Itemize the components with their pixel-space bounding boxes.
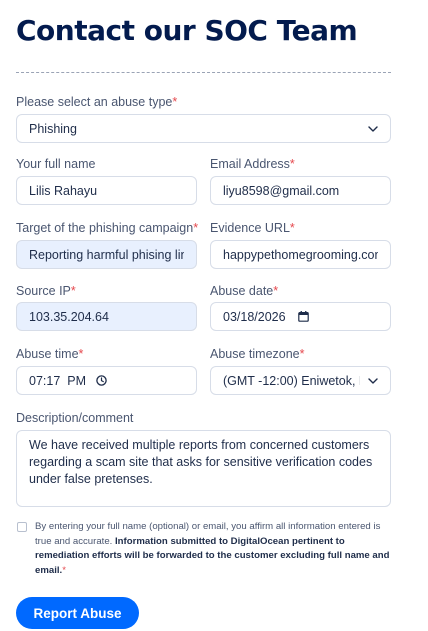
required-asterisk: * — [78, 347, 84, 361]
page-title: Contact our SOC Team — [16, 14, 358, 47]
full-name-label: Your full name — [16, 157, 96, 171]
required-asterisk: * — [193, 221, 199, 235]
abuse-time-label: Abuse time* — [16, 347, 84, 361]
consent-text: By entering your full name (optional) or… — [35, 520, 395, 578]
consent-checkbox[interactable] — [17, 522, 27, 532]
email-input[interactable]: liyu8598@gmail.com — [210, 176, 391, 205]
target-label: Target of the phishing campaign* — [16, 221, 199, 235]
abuse-time-input[interactable]: 07:17 PM — [16, 366, 197, 395]
chevron-down-icon — [368, 377, 378, 384]
clock-icon[interactable] — [96, 375, 107, 386]
target-input[interactable]: Reporting harmful phising link — [16, 240, 197, 269]
abuse-date-input[interactable]: 03/18/2026 — [210, 302, 391, 331]
full-name-value: Lilis Rahayu — [29, 183, 98, 198]
description-label: Description/comment — [16, 411, 134, 425]
required-asterisk: * — [299, 347, 305, 361]
target-value: Reporting harmful phising link — [29, 247, 184, 262]
evidence-url-input[interactable]: happypethomegrooming.com — [210, 240, 391, 269]
required-asterisk: * — [62, 564, 66, 576]
report-abuse-button[interactable]: Report Abuse — [16, 597, 139, 629]
full-name-input[interactable]: Lilis Rahayu — [16, 176, 197, 205]
abuse-timezone-value: (GMT -12:00) Eniwetok, Kwajalein — [223, 373, 360, 388]
required-asterisk: * — [70, 284, 76, 298]
required-asterisk: * — [273, 284, 279, 298]
dashed-divider — [16, 72, 391, 73]
abuse-date-label: Abuse date* — [210, 284, 279, 298]
source-ip-label: Source IP* — [16, 284, 76, 298]
required-asterisk: * — [172, 95, 178, 109]
required-asterisk: * — [289, 157, 295, 171]
abuse-timezone-select[interactable]: (GMT -12:00) Eniwetok, Kwajalein — [210, 366, 391, 395]
abuse-time-value: 07:17 PM — [29, 373, 86, 388]
source-ip-input[interactable]: 103.35.204.64 — [16, 302, 197, 331]
description-textarea[interactable]: We have received multiple reports from c… — [16, 430, 391, 507]
abuse-type-select[interactable]: Phishing — [16, 114, 391, 143]
abuse-date-value: 03/18/2026 — [223, 309, 286, 324]
email-value: liyu8598@gmail.com — [223, 183, 340, 198]
abuse-timezone-label: Abuse timezone* — [210, 347, 305, 361]
calendar-icon[interactable] — [297, 311, 309, 322]
evidence-url-value: happypethomegrooming.com — [223, 247, 378, 262]
source-ip-value: 103.35.204.64 — [29, 309, 109, 324]
required-asterisk: * — [289, 221, 295, 235]
abuse-type-value: Phishing — [29, 121, 77, 136]
chevron-down-icon — [368, 125, 378, 132]
abuse-type-label: Please select an abuse type* — [16, 95, 178, 109]
email-label: Email Address* — [210, 157, 295, 171]
evidence-url-label: Evidence URL* — [210, 221, 295, 235]
